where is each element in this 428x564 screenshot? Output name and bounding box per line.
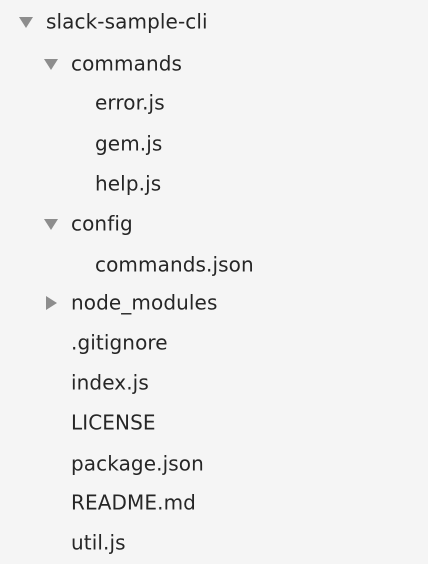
tree-file-error-js[interactable]: error.js [0,85,428,121]
tree-item-label: package.json [71,451,204,476]
triangle-down-icon[interactable] [19,15,33,29]
tree-folder-commands[interactable]: commands [0,46,428,82]
tree-file-commands-json[interactable]: commands.json [0,247,428,283]
tree-item-label: index.js [71,370,149,395]
tree-item-label: README.md [71,490,196,515]
tree-file-package-json[interactable]: package.json [0,446,428,482]
tree-item-label: node_modules [71,290,218,315]
tree-item-label: commands [71,51,183,76]
triangle-down-icon[interactable] [44,217,58,231]
triangle-down-icon[interactable] [44,57,58,71]
tree-file-util-js[interactable]: util.js [0,525,428,561]
tree-item-label: LICENSE [71,410,156,435]
file-tree: slack-sample-cli commands error.js gem.j… [0,0,428,564]
tree-file-license[interactable]: LICENSE [0,405,428,441]
tree-item-label: help.js [95,171,162,196]
triangle-right-icon[interactable] [44,296,58,310]
tree-folder-config[interactable]: config [0,206,428,242]
tree-file-gem-js[interactable]: gem.js [0,126,428,162]
tree-file-readme-md[interactable]: README.md [0,485,428,521]
tree-item-label: error.js [95,90,165,115]
tree-folder-node-modules[interactable]: node_modules [0,285,428,321]
tree-item-label: commands.json [95,252,254,277]
tree-item-label: gem.js [95,131,163,156]
tree-file-help-js[interactable]: help.js [0,166,428,202]
tree-file-gitignore[interactable]: .gitignore [0,325,428,361]
tree-file-index-js[interactable]: index.js [0,365,428,401]
tree-folder-slack-sample-cli[interactable]: slack-sample-cli [0,4,428,40]
tree-item-label: slack-sample-cli [46,9,208,34]
tree-item-label: .gitignore [71,330,168,355]
tree-item-label: config [71,211,133,236]
tree-item-label: util.js [71,530,126,555]
